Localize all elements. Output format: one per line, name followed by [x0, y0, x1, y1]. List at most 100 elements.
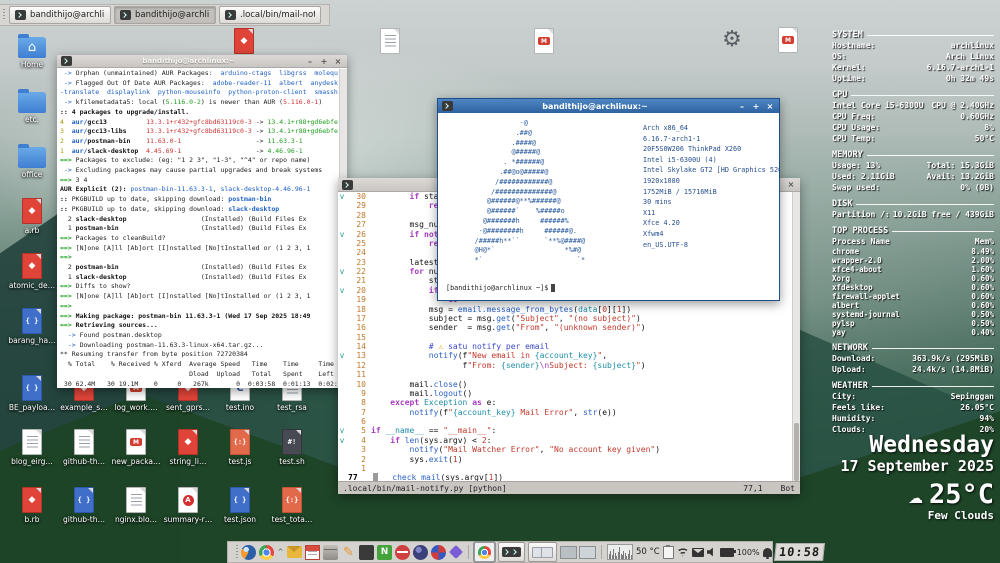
chrome-menu-caret-icon[interactable]: ^ — [277, 545, 284, 560]
pencil-notes-icon[interactable]: ✎ — [341, 545, 356, 560]
chrome-icon[interactable] — [259, 545, 274, 560]
workspace-1[interactable] — [560, 546, 577, 559]
desktop-icon[interactable]: github-th… — [58, 429, 110, 466]
window-list-button[interactable]: bandithijo@archlinu… — [114, 6, 216, 24]
terminal-window-neofetch[interactable]: bandithijo@archlinux:~ – + × -@ .##@ .##… — [437, 98, 780, 301]
desktop-icon[interactable] — [364, 28, 416, 54]
desktop-icon[interactable]: nginx.blo… — [110, 487, 162, 524]
mail-icon[interactable] — [287, 546, 302, 558]
vim-code-line: 11 — [338, 370, 792, 379]
desktop-icon[interactable] — [762, 27, 814, 53]
text-cursor — [551, 284, 555, 292]
desktop-icon[interactable]: Home — [6, 33, 58, 69]
neofetch-info-line: 6.16.7-arch1-1 — [643, 134, 779, 145]
wifi-icon[interactable] — [677, 548, 689, 557]
json-orange-icon — [282, 487, 302, 513]
desktop-icon[interactable]: a.rb — [6, 198, 58, 235]
desktop-icon[interactable]: test.js — [214, 429, 266, 466]
desktop-icon[interactable]: test.sh — [266, 429, 318, 466]
desktop-icon[interactable]: new_packa… — [110, 429, 162, 466]
panel-clock[interactable]: 10:58 — [774, 543, 825, 561]
desktop-icon[interactable] — [218, 28, 270, 54]
markdown-icon — [534, 28, 554, 54]
terminal-window-aur-update[interactable]: bandithijo@archlinux:~ – + × -> Orphan (… — [57, 55, 347, 388]
maximize-button[interactable]: + — [751, 102, 761, 111]
vim-code-line: 18 msg = email.message_from_bytes(data[0… — [338, 305, 792, 314]
firefox-icon[interactable] — [241, 545, 256, 560]
scrollbar-thumb[interactable] — [794, 423, 799, 481]
terminal-line: ==> [N]one [A]ll [Ab]ort [I]nstalled [No… — [60, 244, 338, 254]
battery-percent: 100% — [737, 548, 760, 557]
minimize-button[interactable]: – — [737, 102, 747, 111]
terminal-output[interactable]: -> Orphan (unmaintained) AUR Packages: a… — [60, 69, 338, 386]
desktop-icon[interactable]: b.rb — [6, 487, 58, 524]
vim-code-line: 17 subject = msg.get("Subject", "(no sub… — [338, 314, 792, 323]
terminal-line: -> Found postman.desktop — [60, 331, 338, 341]
notification-bell-icon[interactable] — [763, 548, 772, 557]
neofetch-info-line: 1920x1080 — [643, 176, 779, 187]
battery-icon[interactable] — [720, 548, 734, 557]
window-list-button[interactable]: bandithijo@archlinu… — [9, 6, 111, 24]
clipboard-icon[interactable] — [663, 546, 674, 559]
window-title: bandithijo@archlinux:~ — [457, 102, 733, 111]
desktop-icon[interactable]: BE_payloa… — [6, 375, 58, 412]
rocket-launcher-icon[interactable] — [449, 545, 463, 559]
neofetch-info-line: Arch x86_64 — [643, 123, 779, 134]
do-not-disturb-icon[interactable] — [395, 545, 410, 560]
desktop-icon[interactable]: blog_eirg… — [6, 429, 58, 466]
workspace-pager — [560, 546, 596, 559]
conky-row: xfdesktop0.60% — [832, 283, 994, 292]
desktop-icon[interactable]: test.json — [214, 487, 266, 524]
window-button-app-group[interactable] — [528, 542, 557, 562]
desktop-icon-label: b.rb — [25, 515, 40, 524]
terminal-icon[interactable] — [359, 545, 374, 560]
volume-icon[interactable] — [707, 547, 717, 557]
desktop-icon[interactable]: barang_ha… — [6, 308, 58, 345]
window-button-terminal-group[interactable] — [498, 542, 525, 562]
maximize-button[interactable]: + — [319, 57, 329, 66]
desktop-icon-label: sent_gprs… — [166, 403, 210, 412]
titlebar[interactable]: bandithijo@archlinux:~ – + × — [57, 55, 347, 68]
desktop-icon[interactable]: atomic_de… — [6, 253, 58, 290]
conky-row: Download:363.9k/s (295MiB) — [832, 353, 994, 364]
terminal-window-icon — [61, 56, 72, 66]
desktop-icon-label: test.ino — [226, 403, 254, 412]
shell-prompt[interactable]: [bandithijo@archlinux ~]$ — [446, 284, 555, 292]
titlebar[interactable]: bandithijo@archlinux:~ – + × — [438, 99, 779, 113]
window-list-button[interactable]: .local/bin/mail-not… — [219, 6, 321, 24]
neovim-icon[interactable]: N — [377, 545, 392, 560]
desktop-icon-label: Home — [21, 60, 43, 69]
mail-tray-icon[interactable] — [692, 548, 704, 557]
temperature-row: ☁ 25°C — [840, 481, 994, 508]
desktop-icon-label: BE_payloa… — [9, 403, 55, 412]
desktop-icon-label: test.js — [229, 457, 252, 466]
desktop-icon[interactable]: test_tota… — [266, 487, 318, 524]
terminal-output[interactable]: -@ .##@ .####@ @#####@ . *######@ .##@o@… — [438, 113, 779, 300]
desktop-icon[interactable]: etc. — [6, 88, 58, 124]
pinwheel-icon[interactable] — [431, 545, 446, 560]
desktop-icon[interactable]: summary-r… — [162, 487, 214, 524]
vim-statusline: .local/bin/mail-notify.py [python] 77,1 … — [338, 481, 800, 494]
terminal-window-icon — [15, 10, 26, 20]
desktop-icon[interactable]: string_li… — [162, 429, 214, 466]
desktop-icon[interactable]: github-th… — [58, 487, 110, 524]
close-button[interactable]: × — [333, 57, 343, 66]
desktop-icon-label: example_s… — [60, 403, 107, 412]
calendar-icon[interactable] — [305, 545, 320, 560]
prompt-text: [bandithijo@archlinux ~]$ — [446, 284, 548, 292]
conky-section-title: TOP PROCESS — [832, 226, 994, 236]
globe-browser-icon[interactable] — [413, 545, 428, 560]
gear-icon — [719, 27, 745, 53]
minimize-button[interactable]: – — [305, 57, 315, 66]
terminal-line: % Total % Received % Xferd Average Speed… — [60, 360, 338, 370]
panel-grip[interactable] — [236, 545, 238, 559]
desktop-icon[interactable] — [518, 28, 570, 54]
desktop-icon[interactable] — [706, 27, 758, 53]
close-button[interactable]: × — [765, 102, 775, 111]
desktop-icon[interactable]: office — [6, 143, 58, 179]
window-button-chrome[interactable] — [474, 542, 495, 562]
archive-icon[interactable] — [323, 545, 338, 560]
workspace-2[interactable] — [579, 546, 596, 559]
close-button[interactable]: × — [786, 180, 796, 189]
scrollbar[interactable] — [792, 192, 800, 482]
